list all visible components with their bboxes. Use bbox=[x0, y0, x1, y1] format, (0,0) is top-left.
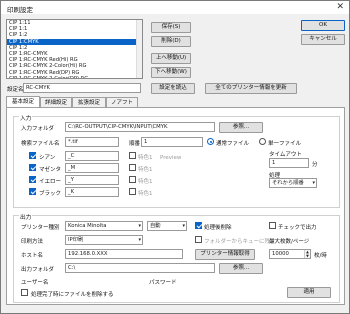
timeout-label: タイムアウト bbox=[269, 152, 302, 158]
timeout-unit: 分 bbox=[312, 162, 318, 168]
list-scrollbar[interactable] bbox=[136, 20, 142, 78]
sort-label: 順番 bbox=[129, 141, 141, 147]
list-item[interactable]: CIP 1:RC-CMYK 2-Color(DP) RG bbox=[7, 76, 142, 78]
max-pages-field[interactable]: 10000 ▲ ▼ bbox=[269, 249, 311, 259]
window-title: 印刷設定 bbox=[7, 6, 33, 14]
special-color-label: 特色1 bbox=[138, 155, 153, 161]
printer-type-select[interactable]: Konica Minolta ▾ bbox=[65, 221, 143, 231]
channel-suffix-field[interactable]: _Y bbox=[65, 175, 119, 185]
chevron-down-icon: ▾ bbox=[312, 180, 315, 186]
update-printer-info-button[interactable]: 全てのプリンター情報を更新 bbox=[205, 83, 297, 94]
special-color-checkbox[interactable] bbox=[129, 176, 136, 183]
get-printer-info-button[interactable]: プリンター情報取得 bbox=[195, 249, 255, 260]
special-color-label: 特色1 bbox=[138, 179, 153, 185]
setting-name-field[interactable]: RC-CMYK bbox=[23, 83, 141, 93]
queue-checkbox[interactable] bbox=[195, 236, 202, 243]
apply-button[interactable]: 適用 bbox=[287, 287, 331, 298]
radio-single-file-label: 単一ファイル bbox=[268, 141, 302, 147]
channel-label: イエロー bbox=[39, 179, 61, 185]
user-label: ユーザー名 bbox=[21, 280, 49, 286]
cancel-button[interactable]: キャンセル bbox=[301, 34, 345, 45]
max-pages-value: 10000 bbox=[272, 251, 289, 257]
chevron-down-icon: ▾ bbox=[138, 237, 141, 243]
check-output-label: チェックで出力 bbox=[278, 225, 317, 231]
special-color-checkbox[interactable] bbox=[129, 188, 136, 195]
channel-label: マゼンタ bbox=[39, 167, 62, 173]
output-folder-field[interactable]: C:\ bbox=[65, 263, 215, 273]
auto-delete-checkbox[interactable] bbox=[195, 222, 202, 229]
input-folder-label: 入力フォルダ bbox=[21, 126, 55, 132]
auto-delete-label: 処理後削除 bbox=[204, 225, 232, 231]
move-down-button[interactable]: 下へ移動(W) bbox=[151, 67, 191, 78]
close-icon[interactable]: ✕ bbox=[336, 2, 344, 12]
special-color-label: 特色1 bbox=[138, 191, 153, 197]
special-color-checkbox[interactable] bbox=[129, 152, 136, 159]
preset-list[interactable]: CIP 1:11 CIP 1:1 CIP 1:2 CIP 1:CMYK CIP 1:2 C… bbox=[6, 19, 143, 79]
radio-single-file[interactable] bbox=[259, 138, 266, 145]
password-label: パスワード bbox=[149, 280, 177, 286]
save-button[interactable]: 保存(S) bbox=[151, 22, 191, 33]
timeout-field[interactable]: 1 bbox=[269, 158, 309, 168]
delete-button[interactable]: 削除(D) bbox=[151, 36, 191, 47]
chevron-down-icon: ▾ bbox=[182, 223, 185, 229]
delete-after-checkbox[interactable] bbox=[21, 289, 28, 296]
printer-type-value: Konica Minolta bbox=[68, 223, 107, 229]
print-mode-value: IP印刷 bbox=[68, 237, 84, 243]
channel-checkbox[interactable] bbox=[29, 176, 36, 183]
max-pages-label: 最大枚数/ページ bbox=[269, 239, 310, 245]
input-browse-button[interactable]: 参照... bbox=[219, 122, 263, 133]
printer-type-label: プリンター種別 bbox=[21, 225, 60, 231]
spin-arrows-icon[interactable]: ▲ ▼ bbox=[304, 250, 310, 258]
channel-checkbox[interactable] bbox=[29, 188, 36, 195]
input-folder-field[interactable]: C:\RC-OUTPUT\CIP-CMYK\INPUT\CMYK bbox=[65, 122, 215, 132]
print-mode-select[interactable]: IP印刷 ▾ bbox=[65, 235, 143, 245]
preview-label: Preview bbox=[160, 155, 182, 161]
settings-panel: 入力 入力フォルダ C:\RC-OUTPUT\CIP-CMYK\INPUT\CM… bbox=[6, 107, 345, 305]
address-label: ホスト名 bbox=[21, 253, 44, 259]
interval-select-value: それから順番 bbox=[272, 180, 304, 186]
target-file-label: 検索ファイル名 bbox=[21, 141, 60, 147]
input-group-title: 入力 bbox=[19, 113, 33, 122]
channel-label: ブラック bbox=[39, 191, 62, 197]
queue-label: フォルダーからキューに残す bbox=[204, 239, 276, 245]
print-mode-label: 印刷方法 bbox=[21, 239, 44, 245]
channel-label: シアン bbox=[39, 155, 56, 161]
output-group-title: 出力 bbox=[19, 212, 33, 221]
ok-button[interactable]: OK bbox=[301, 20, 345, 31]
special-color-checkbox[interactable] bbox=[129, 164, 136, 171]
address-field[interactable]: 192.168.0.XXX bbox=[65, 249, 183, 259]
sort-field[interactable]: 1 bbox=[141, 137, 203, 147]
channel-suffix-field[interactable]: _C bbox=[65, 151, 119, 161]
move-up-button[interactable]: 上へ移動(U) bbox=[151, 53, 191, 64]
channel-suffix-field[interactable]: _M bbox=[65, 163, 119, 173]
load-setting-button[interactable]: 設定を読込 bbox=[151, 83, 195, 94]
channel-suffix-field[interactable]: _K bbox=[65, 187, 119, 197]
delete-after-label: 処理完了時にファイルを削除する bbox=[31, 292, 114, 298]
auto-value: 自動 bbox=[150, 223, 161, 229]
interval-select[interactable]: それから順番 ▾ bbox=[269, 178, 317, 188]
dialog-window: 印刷設定 ✕ CIP 1:11 CIP 1:1 CIP 1:2 CIP 1:CMYK C… bbox=[0, 0, 350, 314]
output-folder-label: 出力フォルダ bbox=[21, 267, 55, 273]
channel-checkbox[interactable] bbox=[29, 152, 36, 159]
title-bar: 印刷設定 ✕ bbox=[1, 1, 349, 14]
radio-normal-file-label: 通常ファイル bbox=[216, 141, 250, 147]
setting-name-label: 設定名 bbox=[7, 87, 24, 93]
check-output-checkbox[interactable] bbox=[269, 222, 276, 229]
radio-normal-file[interactable] bbox=[207, 138, 214, 145]
special-color-label: 特色1 bbox=[138, 167, 153, 173]
target-file-field[interactable]: *.tif bbox=[65, 137, 119, 147]
channel-checkbox[interactable] bbox=[29, 164, 36, 171]
chevron-down-icon: ▾ bbox=[138, 223, 141, 229]
auto-select[interactable]: 自動 ▾ bbox=[147, 221, 187, 231]
max-pages-unit: 枚/時 bbox=[314, 253, 327, 259]
output-browse-button[interactable]: 参照... bbox=[219, 263, 263, 274]
